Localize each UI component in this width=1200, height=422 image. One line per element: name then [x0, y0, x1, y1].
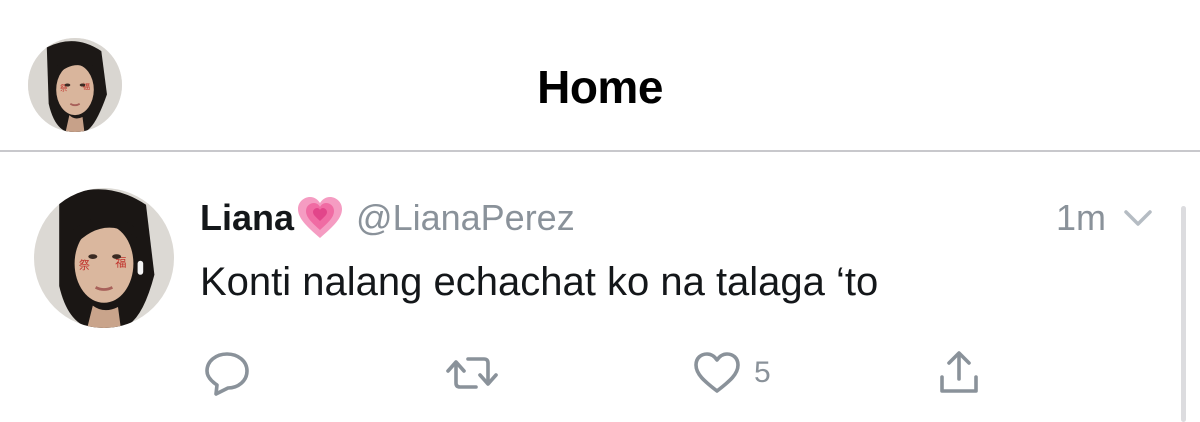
- app-screen: 祭 福 Home 祭 福 Liana @LianaPerez 1m Konti …: [0, 0, 1200, 422]
- top-navigation-bar: 祭 福 Home: [0, 0, 1200, 152]
- tweet-text: Konti nalang echachat ko na talaga ‘to: [200, 260, 879, 304]
- avatar-photo: 祭 福: [34, 188, 174, 328]
- tweet-actions: 5: [0, 348, 1200, 398]
- share-icon: [940, 351, 978, 393]
- heart-icon: [694, 352, 740, 393]
- scrollbar[interactable]: [1181, 206, 1186, 422]
- svg-text:祭: 祭: [79, 259, 90, 272]
- author-avatar-icon[interactable]: 祭 福: [34, 188, 174, 328]
- share-button[interactable]: [934, 348, 984, 398]
- retweet-icon: [446, 357, 498, 389]
- retweet-button[interactable]: [444, 348, 500, 398]
- author-display-name[interactable]: Liana: [200, 197, 294, 239]
- reply-icon: [205, 352, 249, 396]
- reply-button[interactable]: [202, 348, 252, 398]
- tweet-card[interactable]: 祭 福 Liana @LianaPerez 1m Konti nalang ec…: [0, 152, 1200, 422]
- tweet-header: Liana @LianaPerez: [200, 196, 575, 240]
- like-button[interactable]: 5: [692, 348, 771, 398]
- chevron-down-icon[interactable]: [1120, 204, 1156, 232]
- author-handle[interactable]: @LianaPerez: [356, 197, 575, 239]
- page-title: Home: [537, 61, 663, 113]
- growing-heart-icon: [296, 196, 344, 240]
- like-count: 5: [754, 356, 771, 389]
- tweet-timestamp[interactable]: 1m: [1056, 196, 1106, 240]
